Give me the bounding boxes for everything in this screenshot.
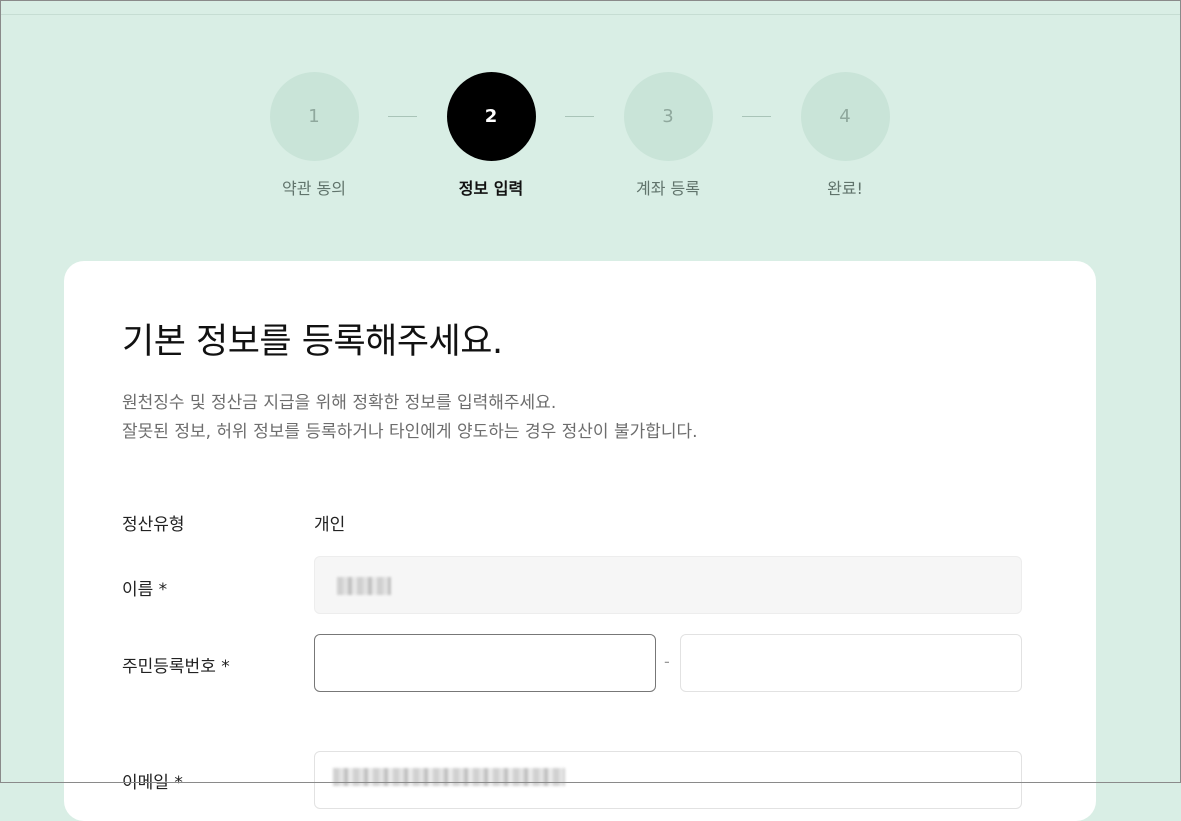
step-number-circle: 4 bbox=[800, 72, 890, 161]
rrn-label: 주민등록번호 * bbox=[122, 657, 230, 677]
description-line: 잘못된 정보, 허위 정보를 등록하거나 타인에게 양도하는 경우 정산이 불가… bbox=[122, 422, 698, 442]
step-connector bbox=[565, 116, 594, 117]
step-terms: 1 약관 동의 bbox=[254, 72, 374, 199]
step-label: 약관 동의 bbox=[282, 179, 346, 198]
email-field[interactable] bbox=[314, 751, 1022, 809]
description-line: 원천징수 및 정산금 지급을 위해 정확한 정보를 입력해주세요. bbox=[122, 393, 557, 413]
redacted-email bbox=[333, 768, 565, 786]
step-label: 정보 입력 bbox=[458, 179, 524, 198]
step-label: 계좌 등록 bbox=[636, 179, 700, 198]
top-divider bbox=[1, 14, 1180, 15]
step-complete: 4 완료! bbox=[785, 72, 905, 199]
step-number-circle: 3 bbox=[623, 72, 713, 161]
step-connector bbox=[388, 116, 417, 117]
step-label: 완료! bbox=[827, 179, 863, 198]
page-title: 기본 정보를 등록해주세요. bbox=[122, 322, 503, 362]
info-form-card: 기본 정보를 등록해주세요. 원천징수 및 정산금 지급을 위해 정확한 정보를… bbox=[64, 261, 1096, 821]
rrn-back-input[interactable] bbox=[680, 634, 1022, 692]
name-field[interactable] bbox=[314, 556, 1022, 614]
page-description: 원천징수 및 정산금 지급을 위해 정확한 정보를 입력해주세요. 잘못된 정보… bbox=[122, 389, 698, 447]
settlement-type-label: 정산유형 bbox=[122, 515, 185, 535]
step-account: 3 계좌 등록 bbox=[608, 72, 728, 199]
name-label: 이름 * bbox=[122, 580, 168, 600]
step-number-circle: 2 bbox=[446, 72, 536, 161]
rrn-separator: - bbox=[664, 652, 670, 671]
progress-stepper: 1 약관 동의 2 정보 입력 3 계좌 등록 4 완료! bbox=[0, 72, 1181, 202]
step-info: 2 정보 입력 bbox=[431, 72, 551, 199]
redacted-name bbox=[337, 577, 391, 595]
step-connector bbox=[742, 116, 771, 117]
step-number-circle: 1 bbox=[269, 72, 359, 161]
rrn-front-input[interactable] bbox=[314, 634, 656, 692]
settlement-type-value: 개인 bbox=[314, 515, 346, 535]
email-label: 이메일 * bbox=[122, 773, 183, 793]
